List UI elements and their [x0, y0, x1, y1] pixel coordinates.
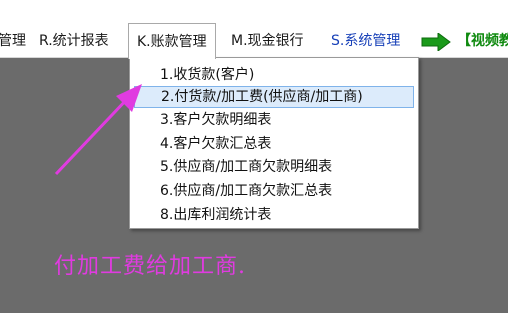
dropdown-item-pay-supplier[interactable]: 2.付货款/加工费(供应商/加工商) [134, 86, 414, 108]
dropdown-item-supplier-debt-detail[interactable]: 5.供应商/加工商欠款明细表 [134, 156, 414, 178]
dropdown-item-customer-debt-detail[interactable]: 3.客户欠款明细表 [134, 109, 414, 131]
accounts-dropdown-menu: 1.收货款(客户) 2.付货款/加工费(供应商/加工商) 3.客户欠款明细表 4… [129, 57, 419, 229]
menu-bar: 管理 R.统计报表 K.账款管理 M.现金银行 S.系统管理 【视频教 [0, 0, 508, 59]
annotation-caption: 付加工费给加工商. [54, 254, 246, 279]
dropdown-item-receive-payment[interactable]: 1.收货款(客户) [134, 64, 414, 86]
menu-item-cash-bank[interactable]: M.现金银行 [231, 24, 304, 58]
menu-item-system[interactable]: S.系统管理 [331, 24, 400, 58]
dropdown-item-supplier-debt-summary[interactable]: 6.供应商/加工商欠款汇总表 [134, 180, 414, 202]
right-arrow-icon [421, 33, 451, 51]
menu-item-accounts[interactable]: K.账款管理 [128, 23, 216, 59]
dropdown-item-outbound-profit[interactable]: 8.出库利润统计表 [134, 204, 414, 226]
pointer-arrow-icon [54, 84, 142, 176]
menu-item-reports[interactable]: R.统计报表 [39, 24, 109, 58]
menu-item-video-tutorial[interactable]: 【视频教 [457, 24, 508, 58]
menu-item-management[interactable]: 管理 [0, 24, 26, 58]
dropdown-item-customer-debt-summary[interactable]: 4.客户欠款汇总表 [134, 133, 414, 155]
